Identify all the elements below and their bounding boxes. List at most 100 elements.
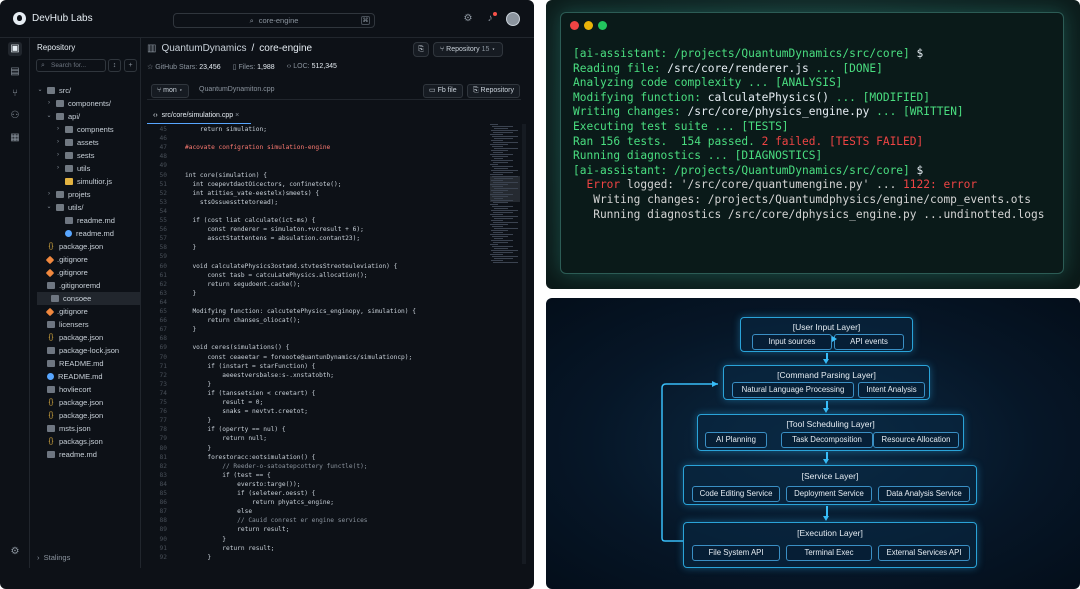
repository-button[interactable]: ⑂ Repository 15 ▾ (433, 42, 503, 57)
tree-folder[interactable]: › projets (46, 188, 91, 201)
code-line[interactable]: if (test == { (185, 472, 270, 479)
tree-file[interactable]: readme.md (55, 214, 115, 227)
code-line[interactable]: stsOssuessttetoread); (185, 199, 278, 206)
repo-owner[interactable]: QuantumDynamics (161, 43, 246, 54)
code-line[interactable]: void calculatePhysics3ostand.stvtesStreo… (185, 263, 397, 270)
collapse-button[interactable]: ↕ (108, 59, 121, 72)
code-line[interactable]: result = 0; (185, 399, 263, 406)
code-line[interactable]: Modifying function: calcutetePhysics_eng… (185, 308, 416, 315)
code-line[interactable]: } (185, 290, 196, 297)
tree-folder[interactable]: › components/ (46, 97, 111, 110)
chevron-right-icon[interactable]: › (55, 136, 61, 149)
terminal-window[interactable]: [ai-assistant: /projects/QuantumDynamics… (560, 12, 1064, 274)
code-line[interactable]: eversto:targe()); (185, 481, 300, 488)
tree-file[interactable]: readme.md (55, 227, 114, 240)
tree-file[interactable]: {} package.json (37, 396, 104, 409)
explorer-icon[interactable]: ▣ (8, 42, 22, 56)
code-line[interactable]: assctStattentens = absulation.contant23)… (185, 235, 360, 242)
notification-bell-icon[interactable]: ♪ (484, 12, 497, 25)
settings-gear-icon[interactable]: ⚙ (462, 13, 474, 25)
editor-tab[interactable]: ‹› src/core/simulation.cpp × (147, 108, 251, 124)
close-window-button[interactable] (570, 21, 579, 30)
branch-selector[interactable]: ⑂ mon ▾ (151, 84, 189, 98)
chevron-right-icon[interactable]: › (46, 188, 52, 201)
settings-icon[interactable]: ⚙ (8, 545, 22, 559)
tree-file[interactable]: {} package.json (37, 409, 104, 422)
code-line[interactable]: snaks = nevtvt.creetot; (185, 408, 308, 415)
code-line[interactable]: if (instart = starFunction) { (185, 363, 315, 370)
code-line[interactable]: } (185, 244, 196, 251)
tree-folder[interactable]: › assets (55, 136, 99, 149)
tree-file[interactable]: {} package.json (37, 331, 104, 344)
chevron-down-icon[interactable]: ⌄ (46, 201, 52, 214)
chevron-down-icon[interactable]: ⌄ (37, 84, 43, 97)
tree-file[interactable]: simultior.js (55, 175, 112, 188)
share-button[interactable]: ⎘ (413, 42, 429, 57)
chevron-down-icon[interactable]: ⌄ (46, 110, 52, 123)
settings-footer[interactable]: › Stalings (37, 553, 70, 562)
code-line[interactable]: } (185, 445, 211, 452)
tree-folder[interactable]: › utils (55, 162, 90, 175)
tree-file[interactable]: .gitignore (37, 266, 88, 279)
code-line[interactable]: if (operrty == nul) { (185, 426, 285, 433)
tree-file[interactable]: {} packags.json (37, 435, 103, 448)
code-line[interactable]: const renderer = simulaton.+vcresult + 6… (185, 226, 363, 233)
users-icon[interactable]: ⚇ (8, 109, 22, 123)
code-line[interactable]: return segudoent.cacke(); (185, 281, 300, 288)
tree-file[interactable]: licensers (37, 318, 89, 331)
code-line[interactable]: } (185, 417, 211, 424)
source-control-icon[interactable]: ⑂ (8, 87, 22, 101)
code-line[interactable]: return result; (185, 526, 289, 533)
tree-folder[interactable]: ⌄ utils/ (46, 201, 83, 214)
tree-file[interactable]: .gitignore (37, 253, 88, 266)
repo-name[interactable]: core-engine (259, 43, 312, 54)
tree-file[interactable]: consoee (37, 292, 141, 305)
code-line[interactable]: return chanses_oliocat(); (185, 317, 300, 324)
tree-file[interactable]: msts.json (37, 422, 91, 435)
code-line[interactable]: if (cost liat calculate(ict-ms) { (185, 217, 315, 224)
minimize-window-button[interactable] (584, 21, 593, 30)
code-line[interactable]: void ceres(simulations() { (185, 344, 289, 351)
code-line[interactable]: return simulation; (185, 126, 267, 133)
code-line[interactable]: int core(simulation) { (185, 172, 267, 179)
file-breadcrumb[interactable]: QuantumDynamiton.cpp (199, 86, 274, 93)
maximize-window-button[interactable] (598, 21, 607, 30)
code-line[interactable]: } (185, 554, 211, 561)
editor-scrollbar[interactable] (522, 124, 526, 564)
code-line[interactable]: if (seleteer.oesst) { (185, 490, 315, 497)
tree-file[interactable]: hovliecort (37, 383, 91, 396)
code-line[interactable]: int coepevtdaotOicectors, confinetote(); (185, 181, 341, 188)
brand[interactable]: DevHub Labs (13, 12, 93, 25)
code-line[interactable]: const tasb = catcuLatePhysics.allocation… (185, 272, 367, 279)
code-line[interactable]: int atities_vate-eestelx)smeets) { (185, 190, 319, 197)
tree-folder[interactable]: › sests (55, 149, 95, 162)
tree-file[interactable]: README.md (37, 370, 103, 383)
code-line[interactable]: else (185, 508, 252, 515)
tree-file[interactable]: .gitignoremd (37, 279, 100, 292)
code-line[interactable]: } (185, 381, 211, 388)
tree-folder[interactable]: › compnents (55, 123, 114, 136)
find-file-button[interactable]: ▭ Fb file (423, 84, 463, 98)
add-file-button[interactable]: + (124, 59, 137, 72)
global-search-input[interactable]: ⌕ core-engine ⌘ (173, 13, 375, 28)
code-editor[interactable]: 45 return simulation; 46 47 #acovate config… (147, 126, 487, 566)
code-line[interactable]: return phyatcs_engine; (185, 499, 334, 506)
close-icon[interactable]: × (235, 112, 239, 119)
code-line[interactable]: } (185, 536, 226, 543)
repository-link-button[interactable]: ⎘ Repository (467, 84, 521, 98)
code-line[interactable]: const ceaeetar = foreoote@uantunDynamics… (185, 354, 412, 361)
code-line[interactable]: if (tanssetsien < creetart) { (185, 390, 315, 397)
chevron-right-icon[interactable]: › (55, 162, 61, 175)
code-line[interactable]: } (185, 326, 196, 333)
chevron-right-icon[interactable]: › (46, 97, 52, 110)
tree-file[interactable]: readme.md (37, 448, 97, 461)
chevron-right-icon[interactable]: › (55, 123, 61, 136)
tree-folder[interactable]: ⌄ api/ (46, 110, 80, 123)
code-line[interactable]: return null; (185, 435, 267, 442)
extensions-icon[interactable]: ▦ (8, 131, 22, 145)
code-line[interactable]: return result; (185, 545, 274, 552)
code-line[interactable]: forestoracc:eotsimulation() { (185, 454, 315, 461)
tree-file[interactable]: {} package.json (37, 240, 104, 253)
user-avatar[interactable] (506, 12, 520, 26)
files-icon[interactable]: ▤ (8, 65, 22, 79)
